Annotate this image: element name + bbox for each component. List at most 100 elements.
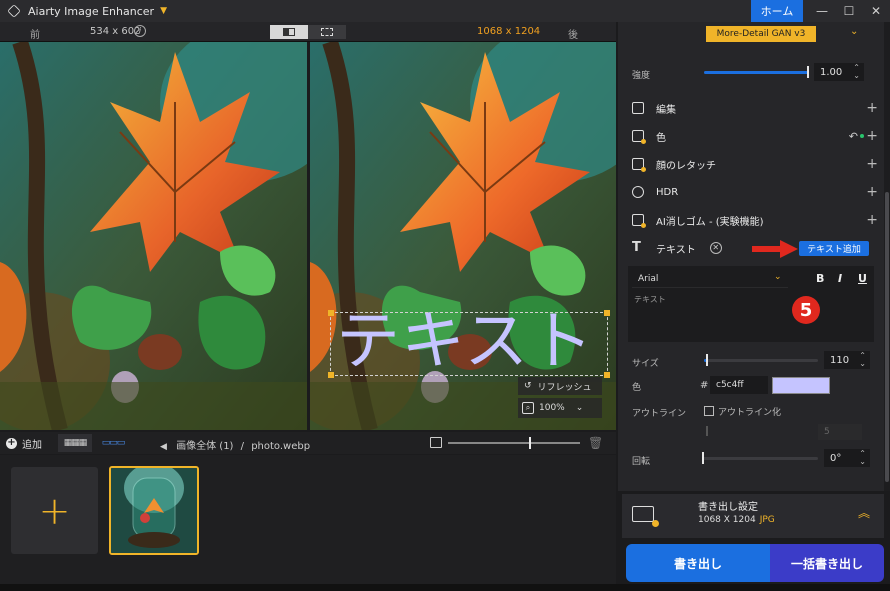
resize-handle[interactable] <box>604 310 610 316</box>
color-hex-input[interactable]: c5c4ff <box>710 376 768 394</box>
rotation-input[interactable]: 0° ⌃ ⌄ <box>824 449 870 467</box>
app-title: Aiarty Image Enhancer <box>28 4 155 18</box>
export-settings-icon <box>632 506 659 527</box>
settings-panel: More-Detail GAN v3 ⌄ 強度 1.00 ⌃ ⌄ 編集 + 色 ↶… <box>618 22 884 491</box>
chevron-up-icon[interactable]: ︽ <box>858 504 870 521</box>
app-logo-icon <box>7 4 21 18</box>
spinner-icon[interactable]: ⌃ ⌄ <box>853 64 860 80</box>
export-settings-size: 1068 X 1204 JPG <box>698 515 775 525</box>
refresh-icon: ↺ <box>524 381 532 391</box>
section-color[interactable]: 色 ↶ + <box>618 122 884 150</box>
add-label: 追加 <box>22 439 42 451</box>
home-button[interactable]: ホーム <box>751 0 803 22</box>
spinner-icon[interactable]: ⌃ ⌄ <box>859 450 866 466</box>
thumbnail-size-knob[interactable] <box>529 437 531 449</box>
after-size: 1068 x 1204 <box>477 26 541 37</box>
trash-icon[interactable]: 🗑 <box>588 436 603 450</box>
outline-value: 5 <box>824 427 830 437</box>
thumbnail-image <box>111 468 197 553</box>
section-hdr[interactable]: HDR + <box>618 178 884 206</box>
export-settings[interactable]: 書き出し設定 1068 X 1204 JPG ︽ <box>622 494 884 538</box>
strength-fill <box>704 71 808 74</box>
underline-button[interactable]: U <box>858 272 867 285</box>
back-arrow-icon[interactable]: ◀ <box>160 442 167 452</box>
strength-label: 強度 <box>632 71 651 81</box>
grid-view-button[interactable]: ▦▦▦ <box>58 434 92 452</box>
font-select[interactable]: Arial <box>632 270 788 288</box>
text-selection-box[interactable] <box>328 310 610 378</box>
breadcrumb-all-images[interactable]: 画像全体 (1) <box>176 441 233 452</box>
rotation-slider[interactable] <box>702 457 818 460</box>
scrollbar-thumb[interactable] <box>885 192 889 482</box>
zoom-select[interactable]: ⌕ 100% ⌄ <box>518 398 602 418</box>
step-badge: 5 <box>792 296 820 324</box>
section-edit-label: 編集 <box>656 104 676 116</box>
resize-handle[interactable] <box>328 310 334 316</box>
compare-bar: 前 534 x 602 i 1068 x 1204 後 <box>0 22 616 42</box>
chevron-down-icon: ⌄ <box>575 403 584 413</box>
undo-icon[interactable]: ↶ <box>849 130 858 143</box>
side-by-side-view-button[interactable] <box>308 25 346 39</box>
zoom-level: 100% <box>539 403 565 413</box>
before-preview-pane[interactable] <box>0 42 307 430</box>
text-tool-icon: T <box>632 240 641 255</box>
expand-plus-icon[interactable]: + <box>866 184 878 200</box>
size-knob[interactable] <box>706 354 708 366</box>
info-icon[interactable]: i <box>134 25 146 37</box>
magnifier-icon: ⌕ <box>522 402 534 414</box>
text-input[interactable]: テキスト <box>634 294 666 305</box>
outline-checkbox[interactable] <box>704 406 714 416</box>
add-image-tile[interactable]: + <box>11 467 98 554</box>
strength-input[interactable]: 1.00 ⌃ ⌄ <box>814 63 864 81</box>
strength-knob[interactable] <box>807 66 809 78</box>
after-label: 後 <box>568 30 578 41</box>
resize-handle[interactable] <box>328 372 334 378</box>
expand-plus-icon[interactable]: + <box>866 128 878 144</box>
rotation-knob[interactable] <box>702 452 704 464</box>
add-button[interactable]: + 追加 <box>6 436 42 451</box>
active-dot-icon <box>860 134 864 138</box>
split-view-button[interactable] <box>270 25 308 39</box>
expand-plus-icon[interactable]: + <box>866 100 878 116</box>
section-face-retouch[interactable]: 顔のレタッチ + <box>618 150 884 178</box>
chevron-down-icon[interactable]: ⌄ <box>774 272 782 282</box>
minimize-icon[interactable]: — <box>808 0 836 22</box>
expand-plus-icon[interactable]: + <box>866 156 878 172</box>
outline-label: アウトライン <box>632 409 687 419</box>
export-button[interactable]: 書き出し <box>626 544 770 582</box>
plus-icon: + <box>6 436 17 449</box>
close-window-icon[interactable]: ✕ <box>862 0 890 22</box>
breadcrumb-file: photo.webp <box>251 441 311 452</box>
add-text-button[interactable]: テキスト追加 <box>799 241 869 256</box>
image-thumbnail[interactable] <box>109 466 199 555</box>
batch-export-button[interactable]: 一括書き出し <box>770 544 884 582</box>
size-input[interactable]: 110 ⌃ ⌄ <box>824 351 870 369</box>
section-ai-eraser[interactable]: AI消しゴム - (実験機能) + <box>618 206 884 234</box>
maximize-icon[interactable]: ☐ <box>835 0 863 22</box>
italic-button[interactable]: I <box>838 272 842 285</box>
thumbnail-size-slider[interactable] <box>448 442 580 444</box>
size-slider[interactable] <box>704 359 818 362</box>
panel-scrollbar[interactable] <box>884 22 890 491</box>
filmstrip-view-button[interactable]: ▭▭▭ <box>98 434 128 452</box>
grid-icon: ▦▦▦ <box>63 438 87 448</box>
app-menu-chevron-icon[interactable]: ▼ <box>160 6 167 16</box>
outline-checkbox-label[interactable]: アウトライン化 <box>718 405 781 418</box>
color-hash: # <box>700 380 709 391</box>
section-edit[interactable]: 編集 + <box>618 94 884 122</box>
section-eraser-label: AI消しゴム - (実験機能) <box>656 216 764 228</box>
refresh-button[interactable]: ↺ リフレッシュ <box>518 377 602 395</box>
expand-plus-icon[interactable]: + <box>866 212 878 228</box>
bold-button[interactable]: B <box>816 272 824 285</box>
rotation-value: 0° <box>830 452 842 464</box>
remove-text-icon[interactable]: ✕ <box>709 242 722 254</box>
chevron-down-icon[interactable]: ⌄ <box>850 26 858 37</box>
title-bar: Aiarty Image Enhancer ▼ ホーム — ☐ ✕ <box>0 0 890 22</box>
edit-icon <box>632 102 644 114</box>
color-swatch[interactable] <box>772 377 830 394</box>
rotation-label: 回転 <box>632 457 651 467</box>
resize-handle[interactable] <box>604 372 610 378</box>
spinner-icon[interactable]: ⌃ ⌄ <box>859 352 866 368</box>
ai-model-select[interactable]: More-Detail GAN v3 <box>706 26 816 42</box>
hdr-icon <box>632 186 644 198</box>
